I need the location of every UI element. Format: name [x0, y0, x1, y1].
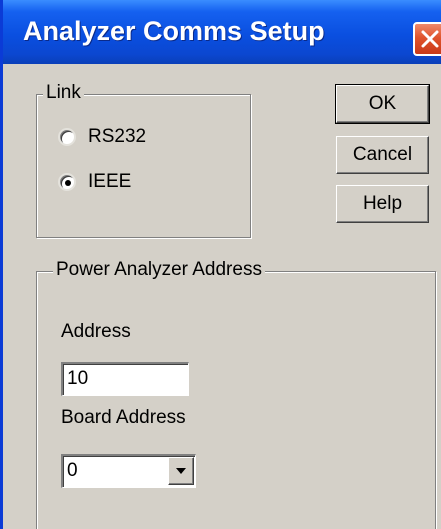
link-group-label: Link — [43, 82, 84, 104]
dialog-window: Analyzer Comms Setup Link RS232 IEEE OK … — [0, 0, 441, 529]
radio-ieee-label: IEEE — [88, 171, 132, 192]
dialog-content: Link RS232 IEEE OK Cancel Help Power Ana… — [3, 64, 441, 529]
board-address-value: 0 — [67, 460, 78, 481]
chevron-down-icon — [176, 468, 186, 474]
title-bar[interactable]: Analyzer Comms Setup — [3, 0, 441, 64]
radio-selected-dot — [65, 180, 71, 186]
radio-ieee-circle[interactable] — [58, 173, 76, 191]
dropdown-button[interactable] — [168, 457, 194, 485]
window-title: Analyzer Comms Setup — [23, 16, 325, 46]
radio-ieee[interactable]: IEEE — [58, 168, 131, 196]
board-address-label: Board Address — [61, 407, 186, 428]
address-groupbox — [36, 271, 436, 529]
ok-button[interactable]: OK — [335, 84, 430, 124]
cancel-button[interactable]: Cancel — [336, 136, 429, 174]
address-group-label: Power Analyzer Address — [53, 259, 265, 281]
help-button[interactable]: Help — [336, 185, 429, 223]
radio-rs232-circle[interactable] — [58, 128, 76, 146]
close-button[interactable] — [413, 22, 441, 56]
close-icon — [421, 30, 439, 48]
link-groupbox — [36, 94, 251, 238]
address-input[interactable]: 10 — [61, 362, 189, 396]
address-label: Address — [61, 321, 131, 342]
radio-rs232-label: RS232 — [88, 126, 147, 147]
radio-rs232[interactable]: RS232 — [58, 123, 146, 151]
board-address-select[interactable]: 0 — [61, 454, 196, 488]
